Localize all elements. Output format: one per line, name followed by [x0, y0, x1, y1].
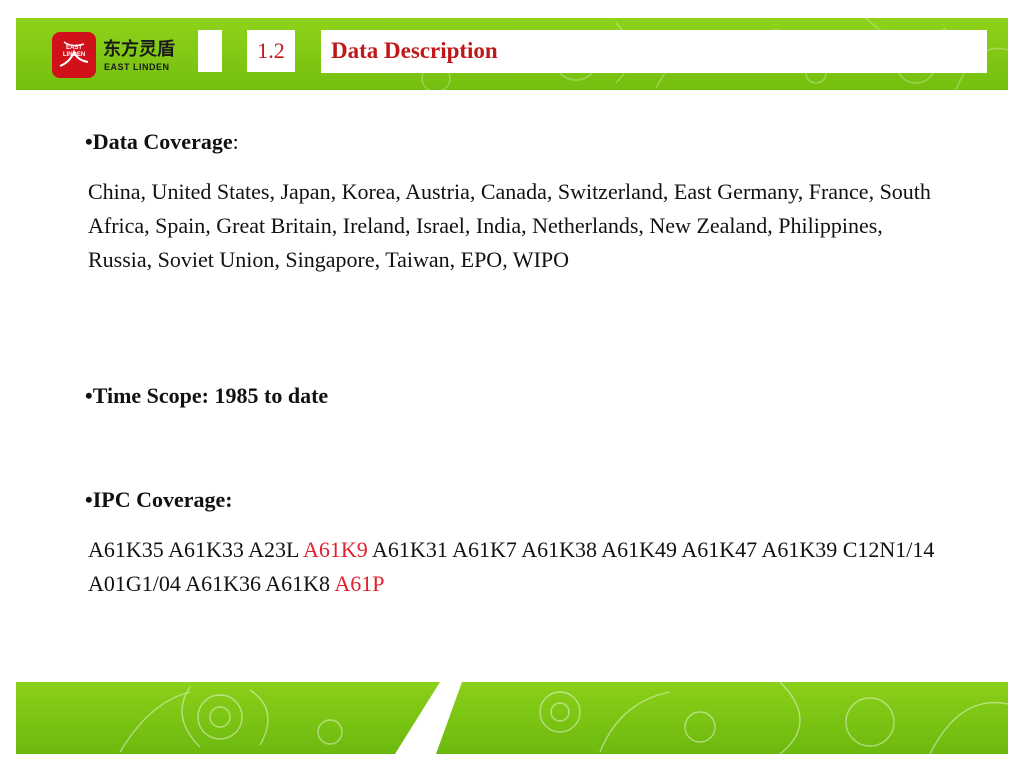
data-coverage-heading: •Data Coverage:	[85, 129, 239, 155]
company-logo: EAST LINDEN 东方灵盾 EAST LINDEN	[52, 32, 202, 80]
ipc-code: C12N1/14	[842, 537, 935, 562]
header-tab-decoration	[198, 30, 222, 72]
footer-band	[16, 682, 1009, 755]
ipc-code: A61K39	[761, 537, 838, 562]
bullet-marker: •	[85, 129, 93, 154]
data-coverage-label: Data Coverage	[92, 129, 233, 154]
section-number: 1.2	[257, 38, 285, 63]
ipc-coverage-label: IPC Coverage:	[92, 487, 233, 512]
data-coverage-countries: China, United States, Japan, Korea, Aust…	[88, 179, 931, 272]
ipc-code-highlighted: A61P	[334, 571, 385, 596]
ipc-code: A61K36	[185, 571, 261, 596]
page-title: Data Description	[331, 38, 498, 63]
bullet-marker: •	[85, 487, 93, 512]
ipc-code: A61K35	[88, 537, 164, 562]
data-coverage-colon: :	[232, 129, 239, 154]
ipc-code: A61K47	[681, 537, 758, 562]
ipc-code: A61K33	[168, 537, 244, 562]
time-scope-label: Time Scope: 1985 to date	[92, 383, 329, 408]
ipc-code: A01G1/04	[88, 571, 181, 596]
ipc-code-highlighted: A61K9	[302, 537, 368, 562]
bullet-marker: •	[85, 383, 93, 408]
ipc-code: A61K8	[265, 571, 331, 596]
logo-chinese-name: 东方灵盾	[103, 39, 175, 60]
ipc-code: A61K31	[372, 537, 448, 562]
title-box: Data Description	[321, 30, 987, 73]
logo-english-name: EAST LINDEN	[104, 62, 170, 72]
ipc-code-list: A61K35 A61K33 A23L A61K9 A61K31 A61K7 A6…	[88, 533, 938, 601]
header-band: EAST LINDEN 东方灵盾 EAST LINDEN 1.2 Data De…	[16, 18, 1008, 90]
ipc-coverage-heading: •IPC Coverage:	[85, 487, 233, 513]
logo-seal-text: EAST LINDEN	[62, 45, 86, 58]
logo-seal-icon: EAST LINDEN	[52, 32, 96, 78]
ipc-code: A61K38	[521, 537, 597, 562]
time-scope-heading: •Time Scope: 1985 to date	[85, 383, 328, 409]
ipc-code: A61K7	[452, 537, 517, 562]
ipc-code: A61K49	[601, 537, 678, 562]
section-number-box: 1.2	[247, 30, 295, 72]
ipc-code: A23L	[248, 537, 299, 562]
